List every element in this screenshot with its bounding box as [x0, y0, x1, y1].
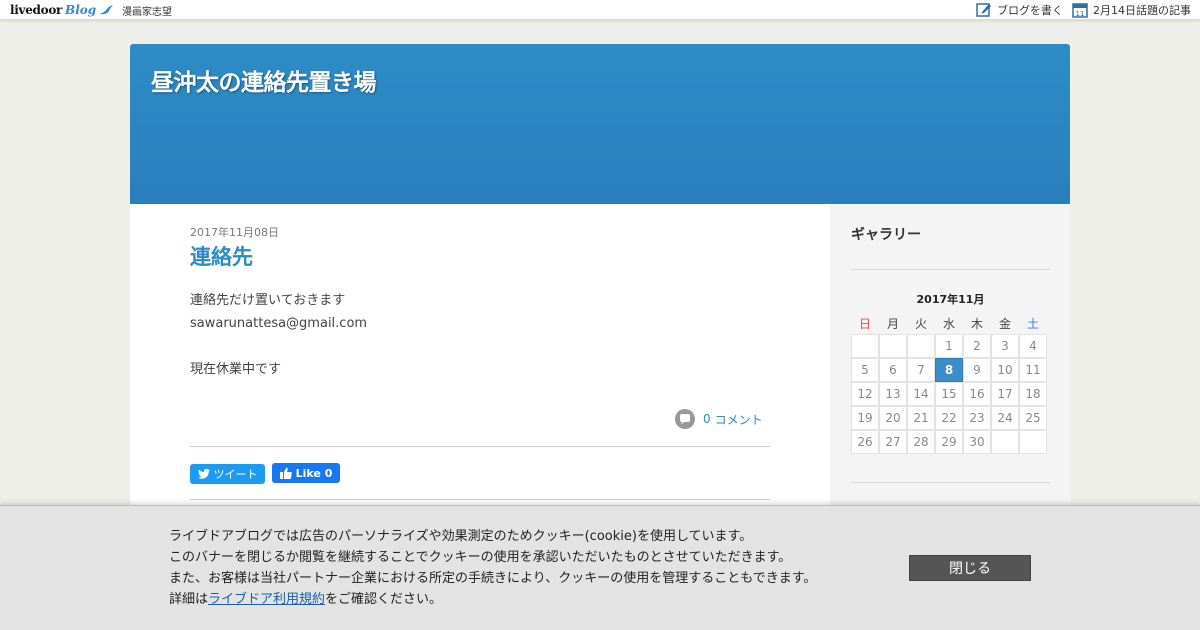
calendar-day: 27	[879, 430, 907, 454]
calendar-week: 1234	[851, 334, 1047, 358]
twitter-bird-icon	[197, 469, 210, 479]
post-line: 現在休業中です	[190, 362, 282, 377]
calendar-day: 22	[935, 406, 963, 430]
cookie-line4-suffix: をご確認ください。	[325, 592, 443, 607]
calendar-day: 7	[907, 358, 935, 382]
top-bar: livedoor Blog 漫画家志望 ブログを書く 11 2月14日話題の記事	[0, 0, 1200, 20]
comment-link[interactable]: 0 コメント	[675, 409, 763, 429]
calendar-empty-cell	[991, 430, 1019, 454]
calendar-weekday: 土	[1026, 316, 1039, 331]
calendar-day: 29	[935, 430, 963, 454]
calendar-empty-cell	[879, 334, 907, 358]
thumbs-up-icon	[279, 467, 292, 479]
calendar-icon-day: 11	[1076, 10, 1085, 18]
calendar-day: 21	[907, 406, 935, 430]
calendar-weekday: 金	[998, 316, 1011, 331]
calendar-week: 19 20 21 22 23 24 25	[851, 406, 1047, 430]
calendar-day: 11	[1019, 358, 1047, 382]
logo-blog-text: Blog	[65, 3, 97, 17]
calendar-day: 25	[1019, 406, 1047, 430]
calendar-day: 1	[935, 334, 963, 358]
calendar-day: 6	[879, 358, 907, 382]
calendar-title: 2017年11月	[916, 293, 985, 306]
calendar-day-with-post[interactable]: 8	[935, 358, 963, 382]
comment-bubble-icon	[675, 409, 695, 429]
tweet-label: ツイート	[213, 468, 258, 481]
tweet-button[interactable]: ツイート	[190, 464, 265, 484]
blog-header: 昼沖太の連絡先置き場	[130, 44, 1070, 204]
calendar-day: 28	[907, 430, 935, 454]
logo-livedoor-text: livedoor	[10, 3, 63, 17]
calendar-weekday: 月	[886, 316, 899, 331]
calendar-day: 14	[907, 382, 935, 406]
post-body: 連絡先だけ置いておきます sawarunattesa@gmail.com 現在休…	[190, 289, 367, 381]
calendar-day: 15	[935, 382, 963, 406]
blog-title[interactable]: 昼沖太の連絡先置き場	[151, 63, 377, 97]
divider	[190, 499, 770, 500]
calendar-day: 17	[991, 382, 1019, 406]
pencil-icon	[976, 3, 991, 17]
post-line: 連絡先だけ置いておきます	[190, 293, 346, 308]
cookie-banner: ライブドアブログでは広告のパーソナライズや効果測定のためクッキー(cookie)…	[0, 505, 1200, 630]
topic-articles-link[interactable]: 11 2月14日話題の記事	[1072, 2, 1191, 18]
calendar-day: 16	[963, 382, 991, 406]
comment-label: コメント	[714, 412, 763, 427]
post-line	[190, 335, 367, 358]
calendar-week: 5 6 7 8 9 10 11	[851, 358, 1047, 382]
gallery-heading: ギャラリー	[851, 227, 921, 243]
calendar-day: 2	[963, 334, 991, 358]
close-cookie-button[interactable]: 閉じる	[909, 555, 1031, 581]
calendar-day: 3	[991, 334, 1019, 358]
calendar-weekday: 火	[914, 316, 927, 331]
post-date: 2017年11月08日	[190, 226, 279, 239]
calendar-day: 26	[851, 430, 879, 454]
like-label: Like 0	[295, 466, 333, 480]
cookie-line: このバナーを閉じるか閲覧を継続することでクッキーの使用を承認いただいたものとさせ…	[169, 550, 792, 565]
calendar-empty-cell	[907, 334, 935, 358]
calendar-empty-cell	[1019, 430, 1047, 454]
livedoor-blog-logo[interactable]: livedoor Blog	[10, 2, 114, 18]
calendar-icon: 11	[1072, 3, 1088, 18]
calendar-day: 18	[1019, 382, 1047, 406]
calendar-week: 12 13 14 15 16 17 18	[851, 382, 1047, 406]
calendar-day: 5	[851, 358, 879, 382]
calendar-empty-cell	[851, 334, 879, 358]
calendar-day: 30	[963, 430, 991, 454]
calendar-day: 4	[1019, 334, 1047, 358]
calendar-day: 12	[851, 382, 879, 406]
calendar-day: 10	[991, 358, 1019, 382]
calendar-day: 23	[963, 406, 991, 430]
calendar: 日月火水木金土 1 2 3 4 5 6 7 8 9 10 11 12 13 14 15 16 17 18 19 20 2…	[851, 312, 1047, 454]
blog-subtitle: 漫画家志望	[122, 7, 172, 18]
topic-articles-label: 2月14日話題の記事	[1093, 4, 1191, 17]
bird-icon	[99, 5, 114, 15]
write-blog-link[interactable]: ブログを書く	[976, 2, 1063, 18]
terms-link[interactable]: ライブドア利用規約	[208, 592, 325, 607]
calendar-day: 9	[963, 358, 991, 382]
facebook-like-button[interactable]: Like 0	[272, 463, 340, 483]
cookie-line: ライブドアブログでは広告のパーソナライズや効果測定のためクッキー(cookie)…	[169, 529, 753, 544]
write-blog-label: ブログを書く	[997, 4, 1063, 17]
calendar-week: 26 27 28 29 30	[851, 430, 1047, 454]
calendar-day: 19	[851, 406, 879, 430]
calendar-day: 24	[991, 406, 1019, 430]
divider	[190, 446, 770, 447]
post-email: sawarunattesa@gmail.com	[190, 316, 368, 331]
top-links: ブログを書く 11 2月14日話題の記事	[976, 0, 1200, 20]
calendar-day: 20	[879, 406, 907, 430]
comment-count: 0	[703, 412, 711, 426]
calendar-day: 13	[879, 382, 907, 406]
cookie-line: 詳細はライブドア利用規約をご確認ください。	[169, 589, 816, 610]
divider	[851, 482, 1050, 483]
divider	[851, 269, 1050, 270]
calendar-weekday: 日	[858, 316, 871, 331]
cookie-message: ライブドアブログでは広告のパーソナライズや効果測定のためクッキー(cookie)…	[169, 526, 816, 610]
calendar-weekday: 水	[942, 316, 955, 331]
cookie-line4-prefix: 詳細は	[169, 592, 209, 607]
calendar-weekday: 木	[970, 316, 983, 331]
post-title[interactable]: 連絡先	[190, 241, 253, 271]
cookie-line: また、お客様は当社パートナー企業における所定の手続きにより、クッキーの使用を管理…	[169, 571, 817, 586]
